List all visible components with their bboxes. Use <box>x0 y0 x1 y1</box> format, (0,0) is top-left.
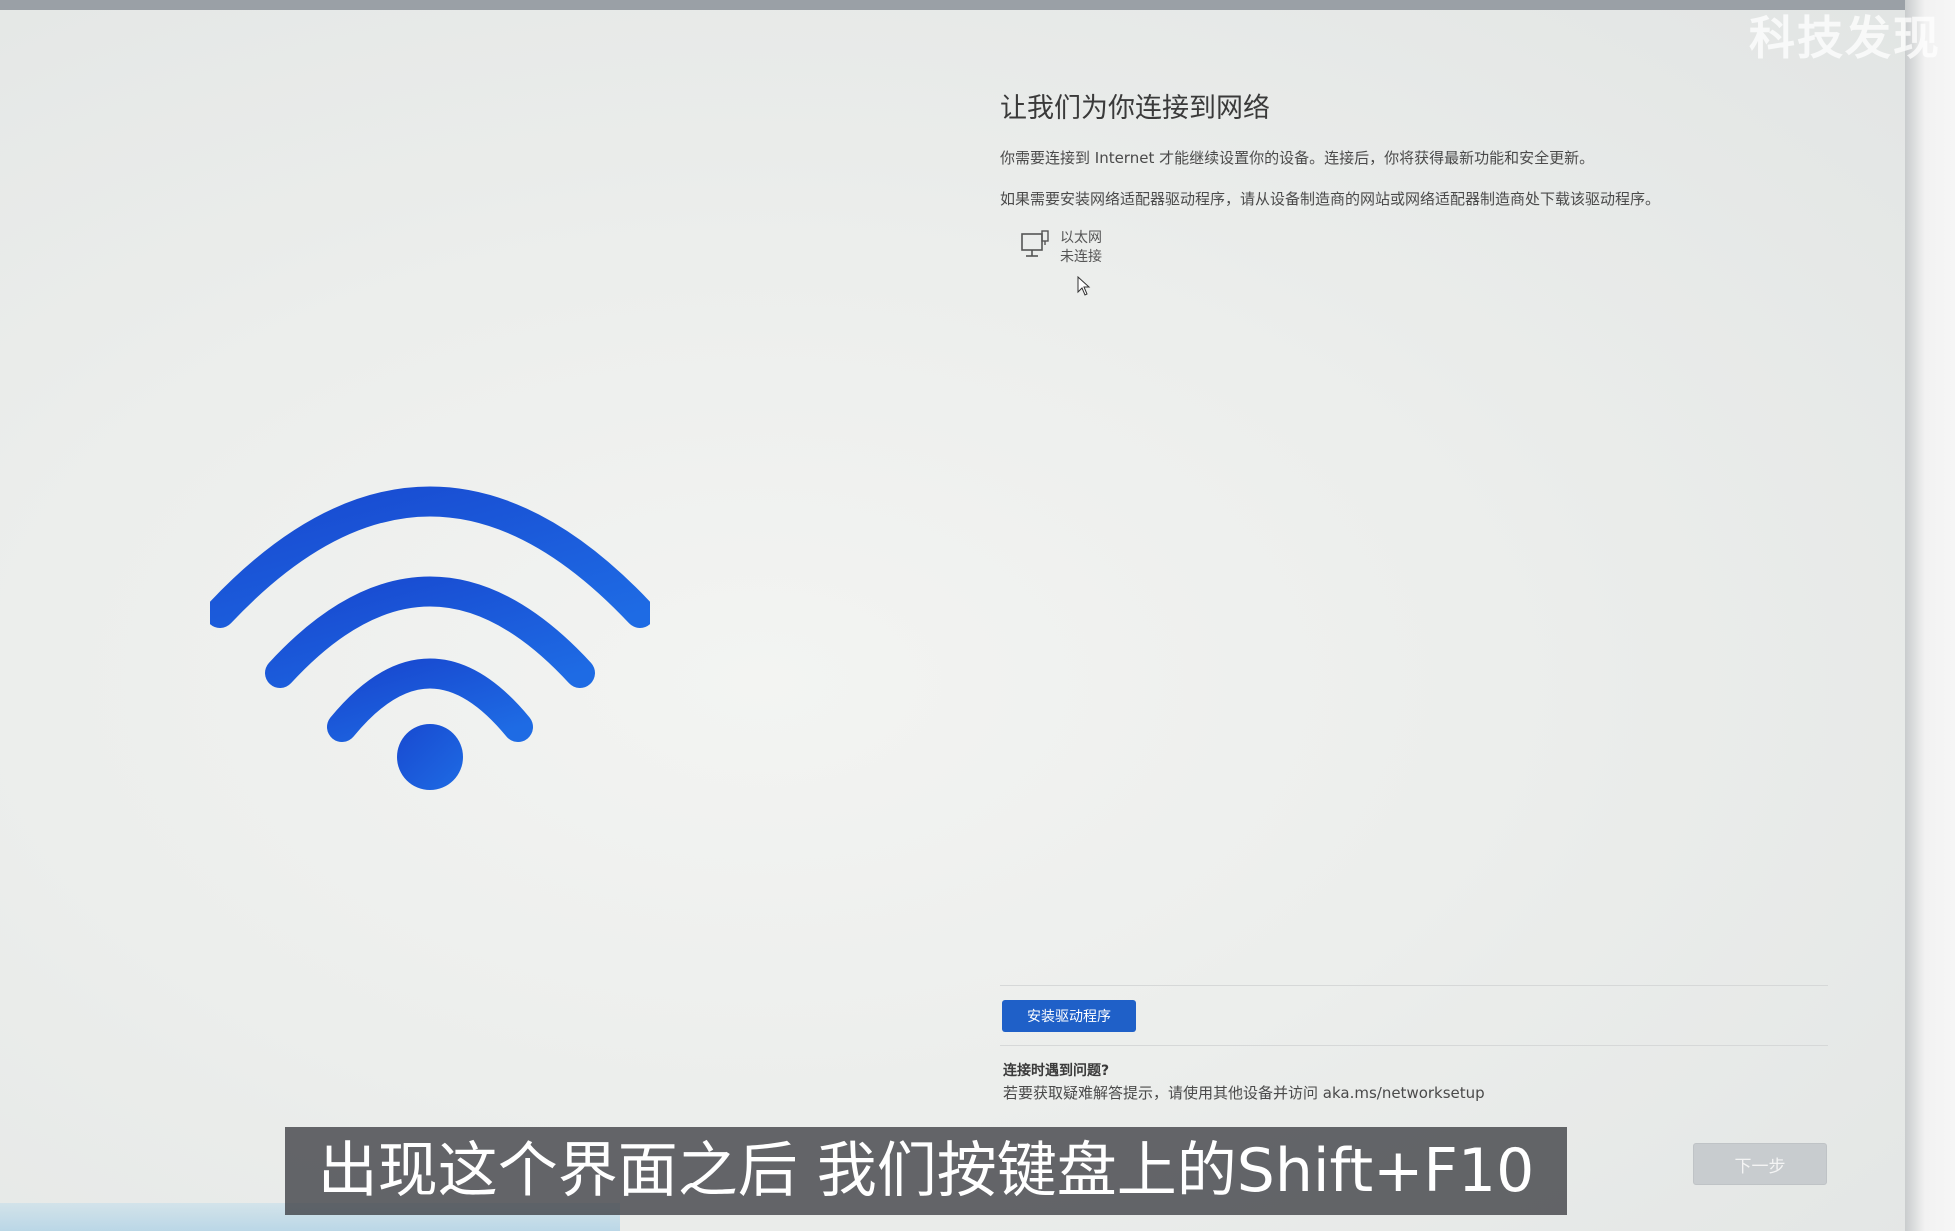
ethernet-icon <box>1021 230 1049 257</box>
mouse-cursor-icon <box>1077 276 1091 296</box>
network-setup-panel: 让我们为你连接到网络 你需要连接到 Internet 才能继续设置你的设备。连接… <box>1000 86 1830 267</box>
video-subtitle: 出现这个界面之后 我们按键盘上的Shift+F10 <box>285 1127 1567 1215</box>
help-text[interactable]: 若要获取疑难解答提示，请使用其他设备并访问 aka.ms/networksetu… <box>1003 1082 1485 1103</box>
divider-top <box>1000 985 1828 986</box>
network-name: 以太网 <box>1060 230 1102 246</box>
top-strip <box>0 0 1955 10</box>
network-status: 未连接 <box>1060 249 1102 265</box>
divider-bottom <box>1000 1045 1828 1046</box>
wifi-icon <box>210 486 650 790</box>
network-item-ethernet[interactable]: 以太网 未连接 <box>1020 229 1830 267</box>
install-driver-button[interactable]: 安装驱动程序 <box>1002 1000 1136 1032</box>
description-driver: 如果需要安装网络适配器驱动程序，请从设备制造商的网站或网络适配器制造商处下载该驱… <box>1000 190 1661 208</box>
page-title: 让我们为你连接到网络 <box>1000 93 1270 124</box>
next-button[interactable]: 下一步 <box>1693 1143 1827 1185</box>
description-internet: 你需要连接到 Internet 才能继续设置你的设备。连接后，你将获得最新功能和… <box>1000 149 1595 167</box>
watermark: 科技发现 <box>1749 11 1941 65</box>
help-title: 连接时遇到问题? <box>1003 1063 1110 1079</box>
monitor-bezel <box>1905 0 1955 1231</box>
